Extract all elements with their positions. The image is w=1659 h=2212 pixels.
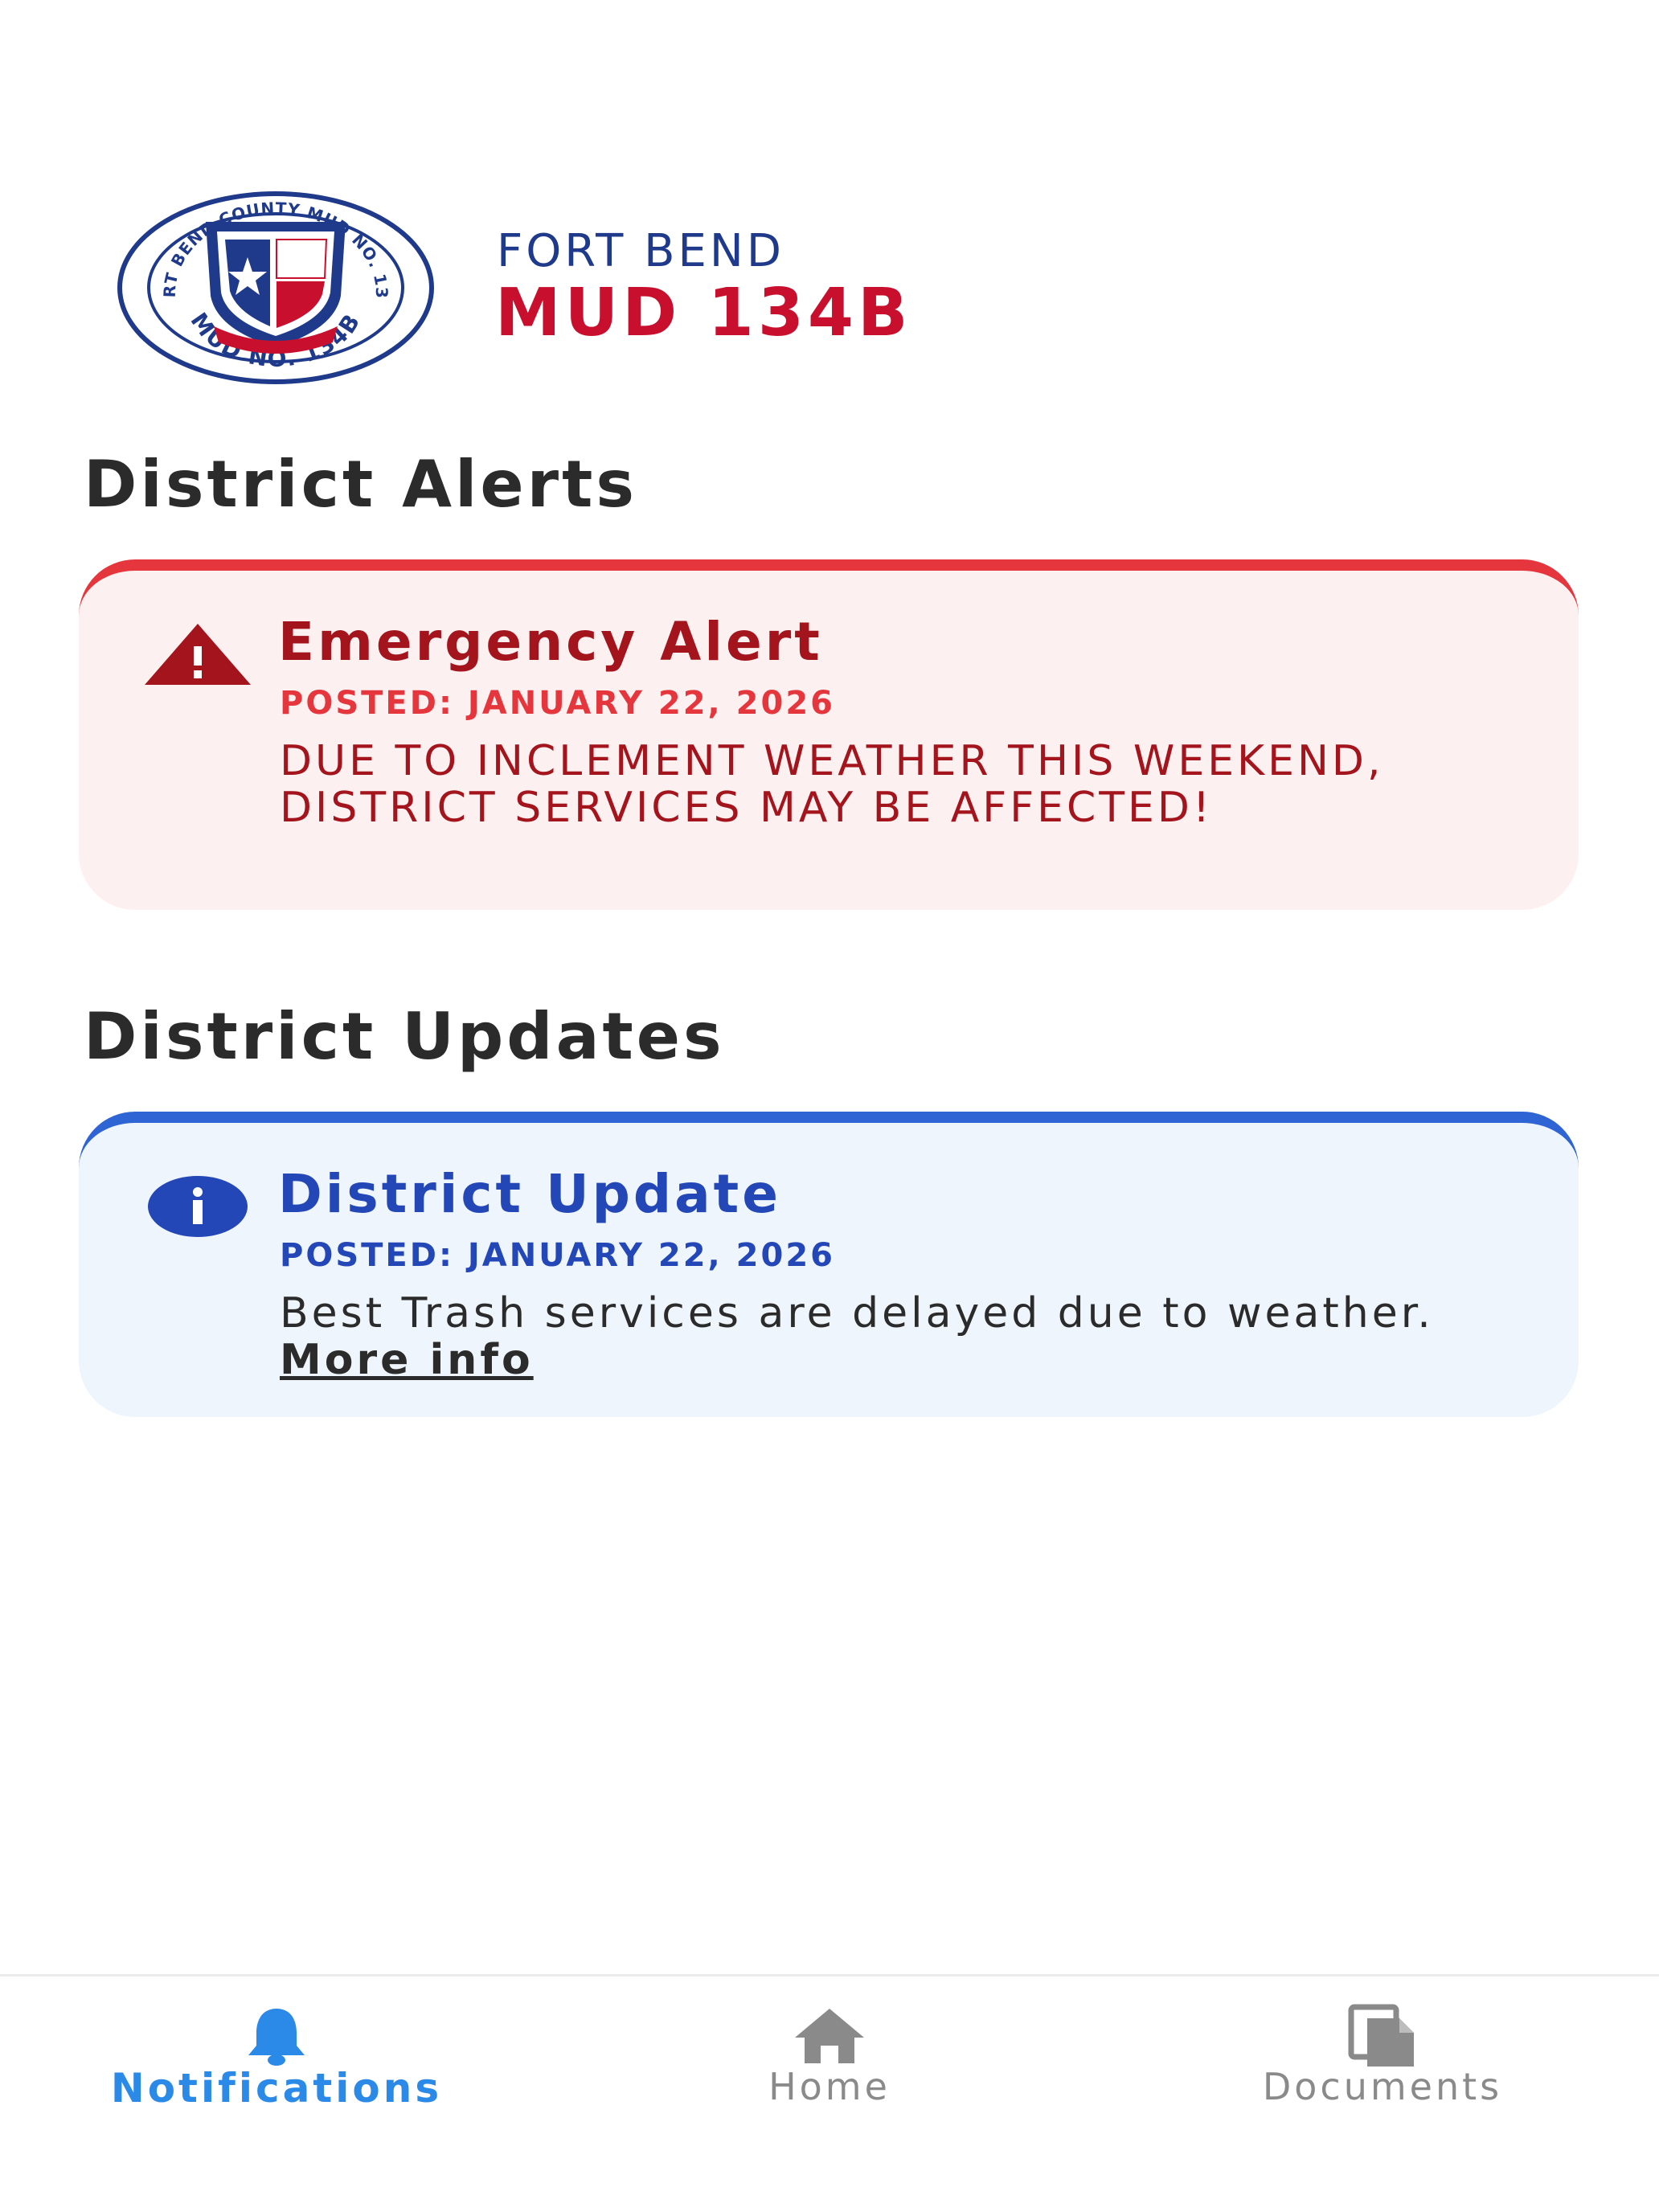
alert-posted-date: POSTED: JANUARY 22, 2026 <box>280 685 836 722</box>
bottom-tab-bar: Notifications Home Documents <box>0 1974 1659 2212</box>
home-icon <box>795 2009 864 2063</box>
district-update-card[interactable]: District Update POSTED: JANUARY 22, 2026… <box>79 1112 1579 1417</box>
warning-triangle-icon <box>145 624 251 685</box>
update-message: Best Trash services are delayed due to w… <box>280 1290 1534 1383</box>
alert-message: DUE TO INCLEMENT WEATHER THIS WEEKEND, D… <box>280 737 1384 832</box>
district-seal-logo: FORT BEND COUNTY MUD NO. 134B MUD NO. 13… <box>117 191 434 384</box>
emergency-alert-card[interactable]: Emergency Alert POSTED: JANUARY 22, 2026… <box>79 559 1579 910</box>
updates-section-title: District Updates <box>84 999 725 1074</box>
documents-icon <box>1348 2004 1414 2067</box>
update-message-text: Best Trash services are delayed due to w… <box>280 1289 1434 1337</box>
more-info-link[interactable]: More info <box>280 1336 534 1384</box>
tab-documents[interactable]: Documents <box>1106 1976 1659 2153</box>
tab-notifications[interactable]: Notifications <box>0 1976 553 2153</box>
brand-title: MUD 134B <box>495 275 912 351</box>
app-header: FORT BEND COUNTY MUD NO. 134B MUD NO. 13… <box>117 191 1082 384</box>
tab-home[interactable]: Home <box>553 1976 1106 2153</box>
update-posted-date: POSTED: JANUARY 22, 2026 <box>280 1237 836 1274</box>
brand-subtitle: FORT BEND <box>497 225 784 277</box>
alerts-section-title: District Alerts <box>84 447 637 522</box>
alert-title: Emergency Alert <box>278 611 823 673</box>
tab-notifications-label: Notifications <box>110 2065 443 2112</box>
update-title: District Update <box>278 1163 781 1225</box>
bell-icon <box>248 2009 305 2066</box>
info-icon <box>148 1176 248 1237</box>
tab-documents-label: Documents <box>1262 2065 1503 2108</box>
tab-home-label: Home <box>768 2065 891 2108</box>
